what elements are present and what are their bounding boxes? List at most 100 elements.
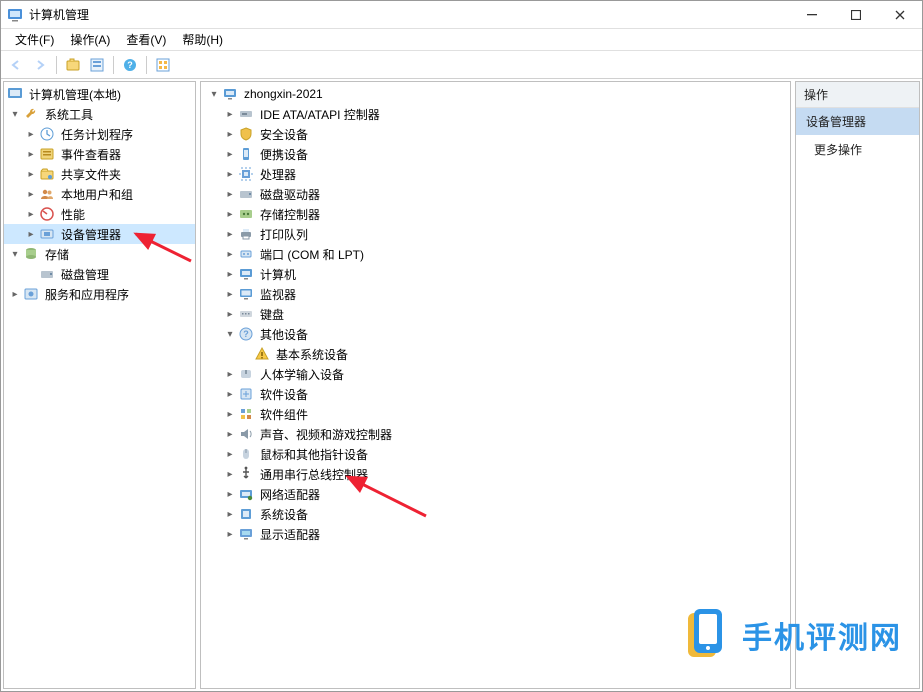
device-category[interactable]: ▸便携设备 bbox=[201, 144, 790, 164]
chevron-down-icon[interactable]: ▾ bbox=[8, 107, 22, 121]
device-category[interactable]: ▸ 人体学输入设备 bbox=[201, 364, 790, 384]
chevron-right-icon[interactable]: ▸ bbox=[223, 247, 237, 261]
chevron-right-icon[interactable]: ▸ bbox=[24, 207, 38, 221]
device-category[interactable]: ▸ 端口 (COM 和 LPT) bbox=[201, 244, 790, 264]
device-category[interactable]: ▸ 声音、视频和游戏控制器 bbox=[201, 424, 790, 444]
tree-label: 声音、视频和游戏控制器 bbox=[257, 425, 395, 444]
toolbar: ? bbox=[1, 51, 922, 79]
chevron-right-icon[interactable]: ▸ bbox=[223, 127, 237, 141]
device-category[interactable]: ▸网络适配器 bbox=[201, 484, 790, 504]
tree-item[interactable]: ▸事件查看器 bbox=[4, 144, 195, 164]
menu-file[interactable]: 文件(F) bbox=[7, 29, 62, 50]
device-category[interactable]: ▸ 安全设备 bbox=[201, 124, 790, 144]
device-category[interactable]: ▸监视器 bbox=[201, 284, 790, 304]
device-item[interactable]: 基本系统设备 bbox=[201, 344, 790, 364]
tree-item[interactable]: ▸任务计划程序 bbox=[4, 124, 195, 144]
minimize-button[interactable] bbox=[790, 1, 834, 29]
tree-label: 基本系统设备 bbox=[273, 345, 351, 364]
device-category[interactable]: ▸处理器 bbox=[201, 164, 790, 184]
chevron-right-icon[interactable]: ▸ bbox=[223, 527, 237, 541]
users-groups-icon bbox=[39, 186, 55, 202]
left-pane: 计算机管理(本地) ▾ 系统工具 ▸任务计划程序▸事件查看器▸共享文件夹▸本地用… bbox=[3, 81, 196, 689]
chevron-right-icon[interactable]: ▸ bbox=[223, 107, 237, 121]
device-category[interactable]: ▸存储控制器 bbox=[201, 204, 790, 224]
svg-text:?: ? bbox=[243, 329, 249, 339]
device-category[interactable]: ▸计算机 bbox=[201, 264, 790, 284]
tree-label: 服务和应用程序 bbox=[42, 285, 132, 304]
menu-action[interactable]: 操作(A) bbox=[62, 29, 118, 50]
close-button[interactable] bbox=[878, 1, 922, 29]
tree-item[interactable]: ▸共享文件夹 bbox=[4, 164, 195, 184]
chevron-right-icon[interactable]: ▸ bbox=[223, 427, 237, 441]
tree-system-tools[interactable]: ▾ 系统工具 bbox=[4, 104, 195, 124]
help-button[interactable]: ? bbox=[119, 54, 141, 76]
computer-icon bbox=[238, 266, 254, 282]
chevron-right-icon[interactable]: ▸ bbox=[24, 227, 38, 241]
chevron-right-icon[interactable]: ▸ bbox=[223, 147, 237, 161]
chevron-down-icon[interactable]: ▾ bbox=[207, 87, 221, 101]
forward-button[interactable] bbox=[29, 54, 51, 76]
chevron-right-icon[interactable]: ▸ bbox=[223, 507, 237, 521]
chevron-right-icon[interactable]: ▸ bbox=[223, 407, 237, 421]
chevron-right-icon[interactable]: ▸ bbox=[223, 167, 237, 181]
chevron-right-icon[interactable]: ▸ bbox=[223, 267, 237, 281]
computer-mgmt-icon bbox=[7, 86, 23, 102]
view-button[interactable] bbox=[152, 54, 174, 76]
back-button[interactable] bbox=[5, 54, 27, 76]
chevron-right-icon[interactable]: ▸ bbox=[223, 447, 237, 461]
tree-label: 安全设备 bbox=[257, 125, 311, 144]
device-category[interactable]: ▸软件组件 bbox=[201, 404, 790, 424]
watermark-text: 手机评测网 bbox=[742, 613, 902, 657]
chevron-right-icon[interactable]: ▸ bbox=[223, 307, 237, 321]
device-manager-icon bbox=[39, 226, 55, 242]
chevron-right-icon[interactable]: ▸ bbox=[8, 287, 22, 301]
tree-item[interactable]: ▸性能 bbox=[4, 204, 195, 224]
chevron-right-icon[interactable]: ▸ bbox=[223, 287, 237, 301]
chevron-right-icon[interactable]: ▸ bbox=[223, 227, 237, 241]
tree-storage[interactable]: ▾ 存储 bbox=[4, 244, 195, 264]
chevron-right-icon[interactable]: ▸ bbox=[24, 127, 38, 141]
chevron-down-icon[interactable]: ▾ bbox=[8, 247, 22, 261]
tree-disk-mgmt[interactable]: 磁盘管理 bbox=[4, 264, 195, 284]
chevron-right-icon[interactable]: ▸ bbox=[223, 467, 237, 481]
menu-help[interactable]: 帮助(H) bbox=[174, 29, 231, 50]
device-category[interactable]: ▸IDE ATA/ATAPI 控制器 bbox=[201, 104, 790, 124]
actions-context[interactable]: 设备管理器 bbox=[796, 108, 919, 135]
chevron-down-icon[interactable]: ▾ bbox=[223, 327, 237, 341]
tree-label: 存储 bbox=[42, 245, 72, 264]
tree-label: 人体学输入设备 bbox=[257, 365, 347, 384]
tree-services[interactable]: ▸ 服务和应用程序 bbox=[4, 284, 195, 304]
actions-more[interactable]: 更多操作 bbox=[796, 135, 919, 164]
device-category[interactable]: ▸磁盘驱动器 bbox=[201, 184, 790, 204]
tree-item[interactable]: ▸ 本地用户和组 bbox=[4, 184, 195, 204]
chevron-right-icon[interactable]: ▸ bbox=[24, 147, 38, 161]
device-category[interactable]: ▸软件设备 bbox=[201, 384, 790, 404]
chevron-right-icon[interactable]: ▸ bbox=[24, 167, 38, 181]
device-category[interactable]: ▸键盘 bbox=[201, 304, 790, 324]
usb-icon bbox=[238, 466, 254, 482]
tree-label: 本地用户和组 bbox=[58, 185, 136, 204]
device-category[interactable]: ▸鼠标和其他指针设备 bbox=[201, 444, 790, 464]
chevron-right-icon[interactable]: ▸ bbox=[223, 187, 237, 201]
chevron-right-icon[interactable]: ▸ bbox=[223, 207, 237, 221]
maximize-button[interactable] bbox=[834, 1, 878, 29]
tree-label: 端口 (COM 和 LPT) bbox=[257, 245, 367, 264]
middle-pane: ▾ zhongxin-2021 ▸IDE ATA/ATAPI 控制器▸安全设备▸… bbox=[200, 81, 791, 689]
device-category[interactable]: ▸系统设备 bbox=[201, 504, 790, 524]
device-category[interactable]: ▸通用串行总线控制器 bbox=[201, 464, 790, 484]
content-area: 计算机管理(本地) ▾ 系统工具 ▸任务计划程序▸事件查看器▸共享文件夹 ▸ 本地用… bbox=[1, 79, 922, 691]
tree-root[interactable]: 计算机管理(本地) bbox=[4, 84, 195, 104]
properties-button[interactable] bbox=[86, 54, 108, 76]
device-category[interactable]: ▾?其他设备 bbox=[201, 324, 790, 344]
chevron-right-icon[interactable]: ▸ bbox=[24, 187, 38, 201]
up-button[interactable] bbox=[62, 54, 84, 76]
device-category[interactable]: ▸打印队列 bbox=[201, 224, 790, 244]
chevron-right-icon[interactable]: ▸ bbox=[223, 387, 237, 401]
menu-view[interactable]: 查看(V) bbox=[118, 29, 174, 50]
chevron-right-icon[interactable]: ▸ bbox=[223, 367, 237, 381]
device-root[interactable]: ▾ zhongxin-2021 bbox=[201, 84, 790, 104]
device-category[interactable]: ▸显示适配器 bbox=[201, 524, 790, 544]
chevron-right-icon[interactable]: ▸ bbox=[223, 487, 237, 501]
tree-item[interactable]: ▸设备管理器 bbox=[4, 224, 195, 244]
portable-icon bbox=[238, 146, 254, 162]
